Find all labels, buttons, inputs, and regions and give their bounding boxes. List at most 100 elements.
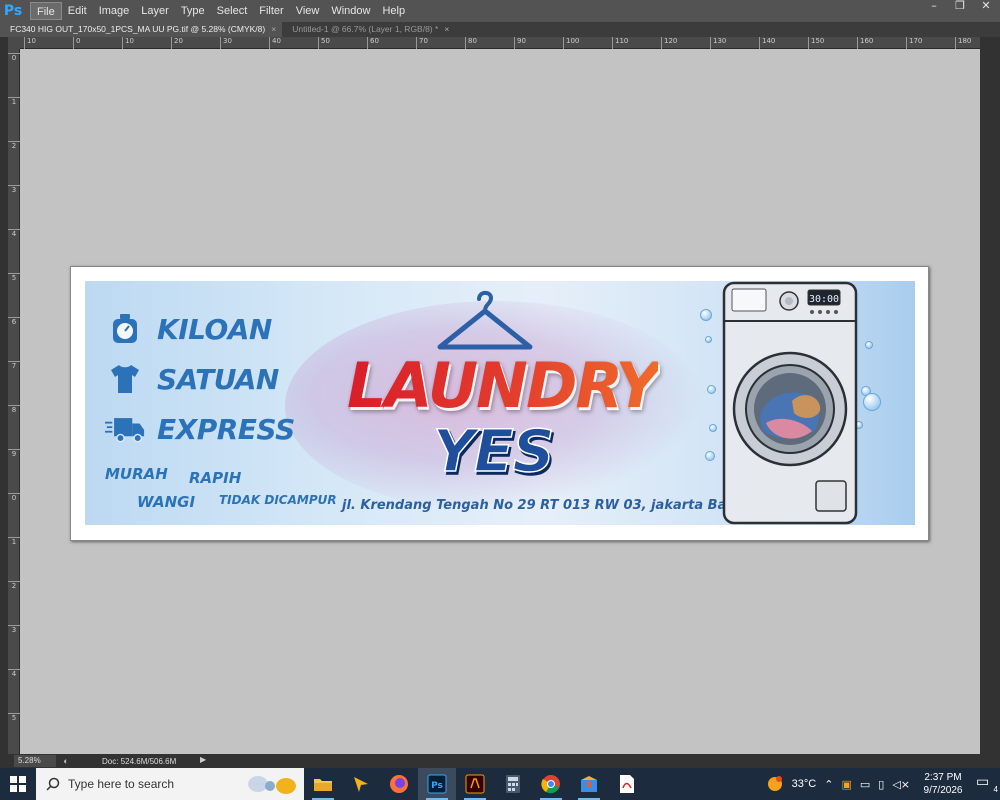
bubble-icon bbox=[700, 309, 712, 321]
window-controls: – ❐ ✕ bbox=[926, 0, 994, 14]
washer-display: 30:00 bbox=[809, 294, 839, 305]
ruler-tick: 1 bbox=[8, 97, 20, 106]
service-label: EXPRESS bbox=[157, 412, 295, 446]
ruler-tick: 4 bbox=[8, 669, 20, 678]
minimize-button[interactable]: – bbox=[926, 0, 942, 14]
weather-temperature[interactable]: 33°C bbox=[792, 778, 817, 790]
service-express: EXPRESS bbox=[105, 411, 295, 447]
document-tab-bar: FC340 HIG OUT_170x50_1PCS_MA UU PG.tif @… bbox=[0, 22, 1000, 37]
document-tab-untitled[interactable]: Untitled-1 @ 66.7% (Layer 1, RGB/8) * × bbox=[282, 22, 456, 37]
tag-murah: MURAH bbox=[105, 465, 168, 483]
ruler-tick: 3 bbox=[8, 185, 20, 194]
ruler-tick: 0 bbox=[73, 37, 80, 49]
box-app[interactable] bbox=[570, 768, 608, 800]
volume-icon[interactable]: ◁× bbox=[892, 778, 910, 791]
ruler-tick: 60 bbox=[367, 37, 379, 49]
pdf-app[interactable] bbox=[608, 768, 646, 800]
menu-help[interactable]: Help bbox=[376, 2, 411, 20]
document-tab-active[interactable]: FC340 HIG OUT_170x50_1PCS_MA UU PG.tif @… bbox=[0, 22, 283, 37]
ruler-tick: 5 bbox=[8, 273, 20, 282]
cursor-arrow-icon bbox=[354, 777, 368, 792]
ruler-tick: 80 bbox=[465, 37, 477, 49]
ruler-tick: 10 bbox=[122, 37, 134, 49]
calculator-app[interactable] bbox=[494, 768, 532, 800]
ruler-tick: 90 bbox=[514, 37, 526, 49]
zoom-field[interactable]: 5.28% bbox=[14, 755, 56, 767]
search-highlight-icon bbox=[248, 776, 296, 794]
ruler-tick: 150 bbox=[808, 37, 824, 49]
weather-sun-icon[interactable] bbox=[766, 775, 784, 793]
service-label: SATUAN bbox=[157, 362, 279, 396]
tshirt-icon bbox=[105, 361, 145, 397]
windows-logo-icon bbox=[10, 776, 26, 792]
menu-edit[interactable]: Edit bbox=[62, 2, 93, 20]
network-icon[interactable]: ▭ bbox=[860, 778, 870, 791]
firefox-icon bbox=[390, 775, 408, 793]
chevron-up-icon[interactable]: ⌃ bbox=[824, 778, 833, 791]
notification-icon: ▭ bbox=[976, 774, 990, 790]
service-satuan: SATUAN bbox=[105, 361, 279, 397]
notifications-button[interactable]: ▭ 4 bbox=[976, 774, 1000, 794]
status-menu-arrow-icon[interactable]: ▶ bbox=[200, 755, 206, 764]
menu-window[interactable]: Window bbox=[325, 2, 376, 20]
horizontal-ruler[interactable]: 10 0 10 20 30 40 50 60 70 80 90 100 110 … bbox=[20, 37, 980, 49]
package-icon bbox=[581, 776, 597, 792]
title-laundry: LAUNDRY bbox=[347, 349, 660, 422]
arrow-app[interactable] bbox=[342, 768, 380, 800]
ruler-tick: 1 bbox=[8, 537, 20, 546]
firefox-app[interactable] bbox=[380, 768, 418, 800]
photoshop-app[interactable]: Ps bbox=[418, 768, 456, 800]
ruler-tick: 50 bbox=[318, 37, 330, 49]
ruler-tick: 70 bbox=[416, 37, 428, 49]
clock-time: 2:37 PM bbox=[924, 772, 962, 783]
ruler-tick: 130 bbox=[710, 37, 726, 49]
canvas-area[interactable]: KILOAN SATUAN EXPRESS MURAH RAPIH WANGI … bbox=[20, 49, 980, 754]
menu-select[interactable]: Select bbox=[211, 2, 254, 20]
windows-taskbar: Type here to search Ps 33°C ⌃ ▣ ▭ ▯ ◁× 2… bbox=[0, 768, 1000, 800]
search-placeholder: Type here to search bbox=[68, 777, 175, 791]
illustrator-app[interactable] bbox=[456, 768, 494, 800]
ruler-tick: 180 bbox=[955, 37, 971, 49]
ruler-tick: 140 bbox=[759, 37, 775, 49]
taskbar-search-box[interactable]: Type here to search bbox=[36, 768, 304, 800]
app-tray-icon[interactable]: ▣ bbox=[841, 778, 851, 791]
menu-view[interactable]: View bbox=[290, 2, 326, 20]
menu-bar: Ps File Edit Image Layer Type Select Fil… bbox=[0, 0, 1000, 22]
ruler-tick: 5 bbox=[8, 713, 20, 722]
ruler-tick: 120 bbox=[661, 37, 677, 49]
battery-icon[interactable]: ▯ bbox=[878, 778, 884, 791]
chrome-app[interactable] bbox=[532, 768, 570, 800]
title-yes: YES bbox=[432, 416, 555, 486]
menu-filter[interactable]: Filter bbox=[253, 2, 289, 20]
photoshop-logo: Ps bbox=[3, 3, 23, 19]
menu-image[interactable]: Image bbox=[93, 2, 136, 20]
menu-file[interactable]: File bbox=[30, 2, 62, 20]
document-page[interactable]: KILOAN SATUAN EXPRESS MURAH RAPIH WANGI … bbox=[70, 266, 929, 541]
menu-type[interactable]: Type bbox=[175, 2, 211, 20]
ruler-origin[interactable] bbox=[8, 37, 20, 49]
tab-close-icon[interactable]: × bbox=[444, 22, 449, 37]
bubble-icon bbox=[709, 424, 717, 432]
close-button[interactable]: ✕ bbox=[978, 0, 994, 14]
proof-icon[interactable]: ◐ bbox=[60, 755, 72, 767]
restore-button[interactable]: ❐ bbox=[952, 0, 968, 14]
file-explorer-app[interactable] bbox=[304, 768, 342, 800]
ruler-tick: 10 bbox=[24, 37, 36, 49]
vertical-ruler[interactable]: 0 1 2 3 4 5 6 7 8 9 0 1 2 3 4 5 bbox=[8, 49, 20, 754]
menu-layer[interactable]: Layer bbox=[135, 2, 175, 20]
tab-label: FC340 HIG OUT_170x50_1PCS_MA UU PG.tif @… bbox=[10, 24, 266, 34]
right-panel-strip bbox=[980, 37, 1000, 754]
tab-close-icon[interactable]: × bbox=[271, 22, 276, 37]
service-label: KILOAN bbox=[157, 312, 272, 346]
address-text: jl. Krendang Tengah No 29 RT 013 RW 03, … bbox=[342, 498, 748, 513]
photoshop-icon: Ps bbox=[427, 774, 447, 794]
system-tray: 33°C ⌃ ▣ ▭ ▯ ◁× 2:37 PM 9/7/2026 ▭ 4 bbox=[766, 768, 1000, 800]
ruler-tick: 160 bbox=[857, 37, 873, 49]
calculator-icon bbox=[506, 775, 520, 793]
start-button[interactable] bbox=[0, 768, 36, 800]
service-kiloan: KILOAN bbox=[105, 311, 272, 347]
clock[interactable]: 2:37 PM 9/7/2026 bbox=[918, 771, 968, 797]
tag-rapih: RAPIH bbox=[189, 469, 242, 487]
ruler-tick: 3 bbox=[8, 625, 20, 634]
bubble-icon bbox=[863, 393, 881, 411]
